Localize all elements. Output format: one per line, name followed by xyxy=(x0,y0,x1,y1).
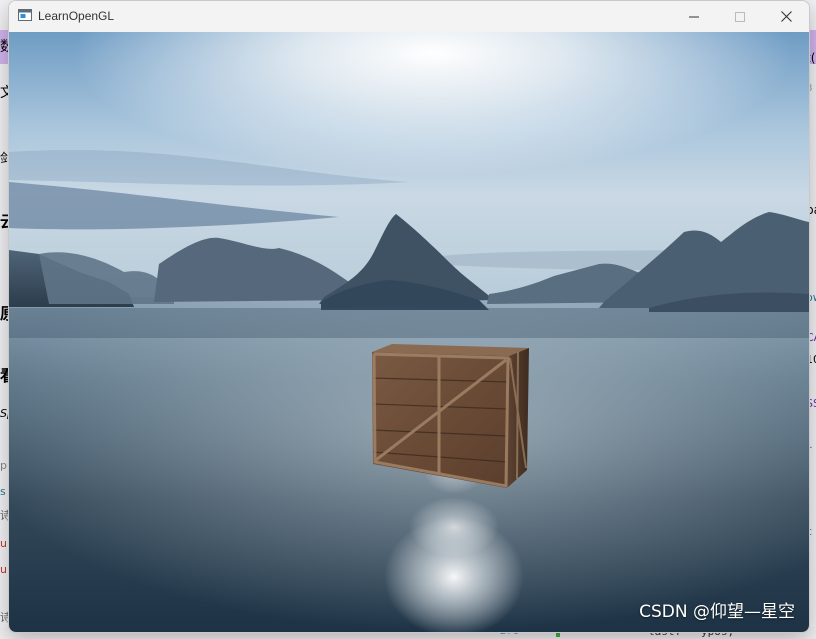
app-window-icon xyxy=(18,9,32,21)
minimize-icon xyxy=(689,16,699,17)
opengl-window: LearnOpenGL CSDN @仰望—星空 xyxy=(8,0,810,633)
close-icon xyxy=(780,11,792,22)
title-bar[interactable]: LearnOpenGL xyxy=(9,1,809,32)
sun-reflection xyxy=(409,497,499,557)
csdn-watermark: CSDN @仰望—星空 xyxy=(639,602,795,622)
maximize-icon xyxy=(735,11,745,22)
window-title: LearnOpenGL xyxy=(38,9,115,23)
bg-left-glyph: u xyxy=(0,537,7,550)
minimize-button[interactable] xyxy=(671,1,717,32)
bg-left-glyph: p xyxy=(0,459,7,472)
skybox-scene xyxy=(9,32,809,632)
maximize-button[interactable] xyxy=(717,1,763,32)
wooden-crate xyxy=(372,344,529,488)
opengl-viewport[interactable]: CSDN @仰望—星空 xyxy=(9,32,809,632)
bg-left-glyph: s xyxy=(0,485,6,498)
bg-left-glyph: u xyxy=(0,563,7,576)
mountain-reflections xyxy=(9,308,809,338)
close-button[interactable] xyxy=(763,1,809,32)
